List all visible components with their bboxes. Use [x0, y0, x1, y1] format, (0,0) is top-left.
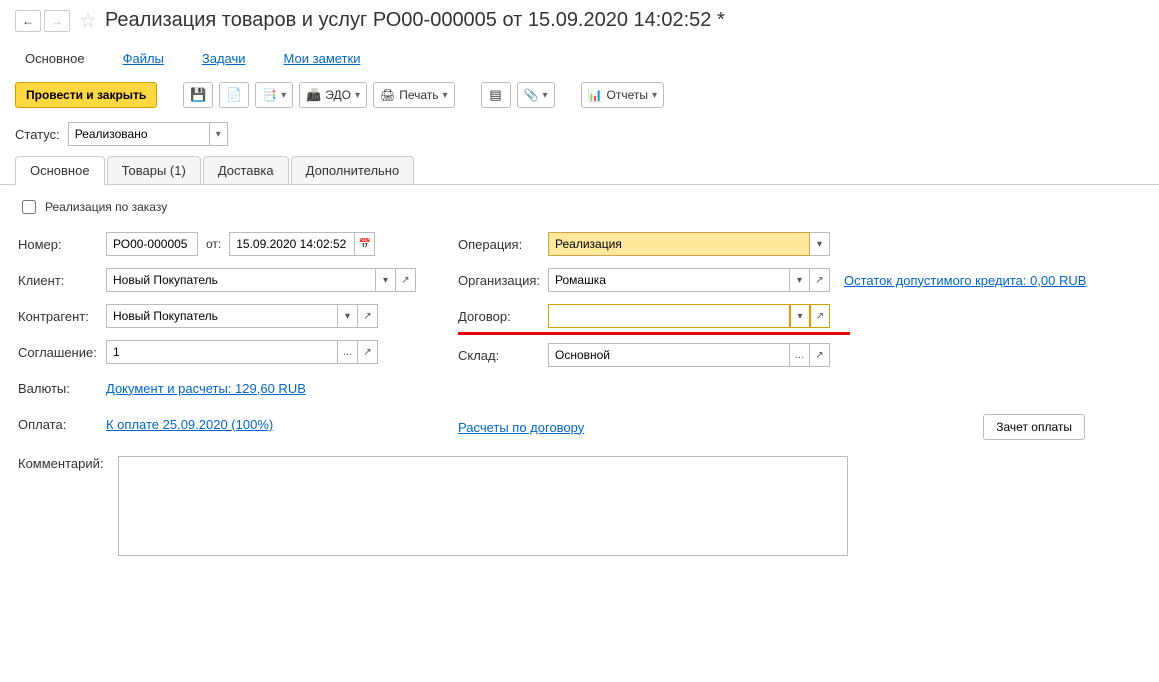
warehouse-open-icon[interactable]: ↗: [810, 343, 830, 367]
status-dropdown-icon[interactable]: ▾: [209, 123, 227, 145]
client-dropdown-icon[interactable]: ▾: [376, 268, 396, 292]
agreement-label: Соглашение:: [18, 345, 106, 360]
contract-underline-highlight: [458, 332, 850, 335]
comment-textarea[interactable]: [118, 456, 848, 556]
org-input[interactable]: [548, 268, 790, 292]
forward-button[interactable]: →: [44, 10, 70, 32]
warehouse-more-icon[interactable]: …: [790, 343, 810, 367]
nav-notes[interactable]: Мои заметки: [274, 45, 371, 72]
contragent-dropdown-icon[interactable]: ▾: [338, 304, 358, 328]
offset-payment-button[interactable]: Зачет оплаты: [983, 414, 1085, 440]
from-label: от:: [206, 237, 221, 251]
section-nav: Основное Файлы Задачи Мои заметки: [0, 39, 1159, 72]
nav-files[interactable]: Файлы: [113, 45, 174, 72]
org-label: Организация:: [458, 273, 548, 288]
agreement-input[interactable]: [106, 340, 338, 364]
tab-delivery[interactable]: Доставка: [203, 156, 289, 185]
page-title: Реализация товаров и услуг РО00-000005 о…: [105, 9, 725, 32]
tab-main[interactable]: Основное: [15, 156, 105, 185]
payment-label: Оплата:: [18, 417, 106, 432]
contract-dropdown-icon[interactable]: ▾: [790, 304, 810, 328]
contragent-open-icon[interactable]: ↗: [358, 304, 378, 328]
operation-dropdown-icon[interactable]: ▾: [810, 232, 830, 256]
comment-label: Комментарий:: [18, 456, 118, 471]
form-tabs: Основное Товары (1) Доставка Дополнитель…: [0, 156, 1159, 185]
warehouse-label: Склад:: [458, 348, 548, 363]
org-open-icon[interactable]: ↗: [810, 268, 830, 292]
create-based-on-button[interactable]: 📑▾: [255, 82, 293, 108]
toolbar: Провести и закрыть 💾 📄 📑▾ 📠 ЭДО ▾ 🖨 Печа…: [0, 72, 1159, 118]
list-icon[interactable]: ▤: [481, 82, 511, 108]
client-open-icon[interactable]: ↗: [396, 268, 416, 292]
save-icon[interactable]: 💾: [183, 82, 213, 108]
number-label: Номер:: [18, 237, 106, 252]
back-button[interactable]: ←: [15, 10, 41, 32]
credit-balance-link[interactable]: Остаток допустимого кредита: 0,00 RUB: [844, 273, 1086, 288]
favorite-star-icon[interactable]: ☆: [79, 8, 97, 33]
status-value[interactable]: [69, 123, 209, 145]
org-dropdown-icon[interactable]: ▾: [790, 268, 810, 292]
currency-label: Валюты:: [18, 381, 106, 396]
agreement-more-icon[interactable]: …: [338, 340, 358, 364]
by-order-label: Реализация по заказу: [45, 200, 167, 214]
date-input[interactable]: [229, 232, 355, 256]
contragent-label: Контрагент:: [18, 309, 106, 324]
client-input[interactable]: [106, 268, 376, 292]
contract-input[interactable]: [548, 304, 790, 328]
calendar-icon[interactable]: 📅: [355, 232, 375, 256]
contract-open-icon[interactable]: ↗: [810, 304, 830, 328]
attach-button[interactable]: 📎▾: [517, 82, 555, 108]
currency-link[interactable]: Документ и расчеты: 129,60 RUB: [106, 381, 306, 396]
post-and-close-button[interactable]: Провести и закрыть: [15, 82, 157, 108]
tab-extra[interactable]: Дополнительно: [291, 156, 415, 185]
edo-button[interactable]: 📠 ЭДО ▾: [299, 82, 367, 108]
settlements-link[interactable]: Расчеты по договору: [458, 420, 584, 435]
number-input[interactable]: [106, 232, 198, 256]
status-select[interactable]: ▾: [68, 122, 228, 146]
contract-label: Договор:: [458, 309, 548, 324]
nav-main[interactable]: Основное: [15, 45, 95, 72]
operation-label: Операция:: [458, 237, 548, 252]
operation-input[interactable]: [548, 232, 810, 256]
payment-link[interactable]: К оплате 25.09.2020 (100%): [106, 417, 273, 432]
by-order-checkbox[interactable]: [22, 200, 36, 214]
tab-goods[interactable]: Товары (1): [107, 156, 201, 185]
post-icon[interactable]: 📄: [219, 82, 249, 108]
agreement-open-icon[interactable]: ↗: [358, 340, 378, 364]
warehouse-input[interactable]: [548, 343, 790, 367]
contragent-input[interactable]: [106, 304, 338, 328]
nav-tasks[interactable]: Задачи: [192, 45, 256, 72]
reports-button[interactable]: 📊 Отчеты ▾: [581, 82, 664, 108]
print-button[interactable]: 🖨 Печать ▾: [373, 82, 455, 108]
client-label: Клиент:: [18, 273, 106, 288]
status-label: Статус:: [15, 127, 60, 142]
